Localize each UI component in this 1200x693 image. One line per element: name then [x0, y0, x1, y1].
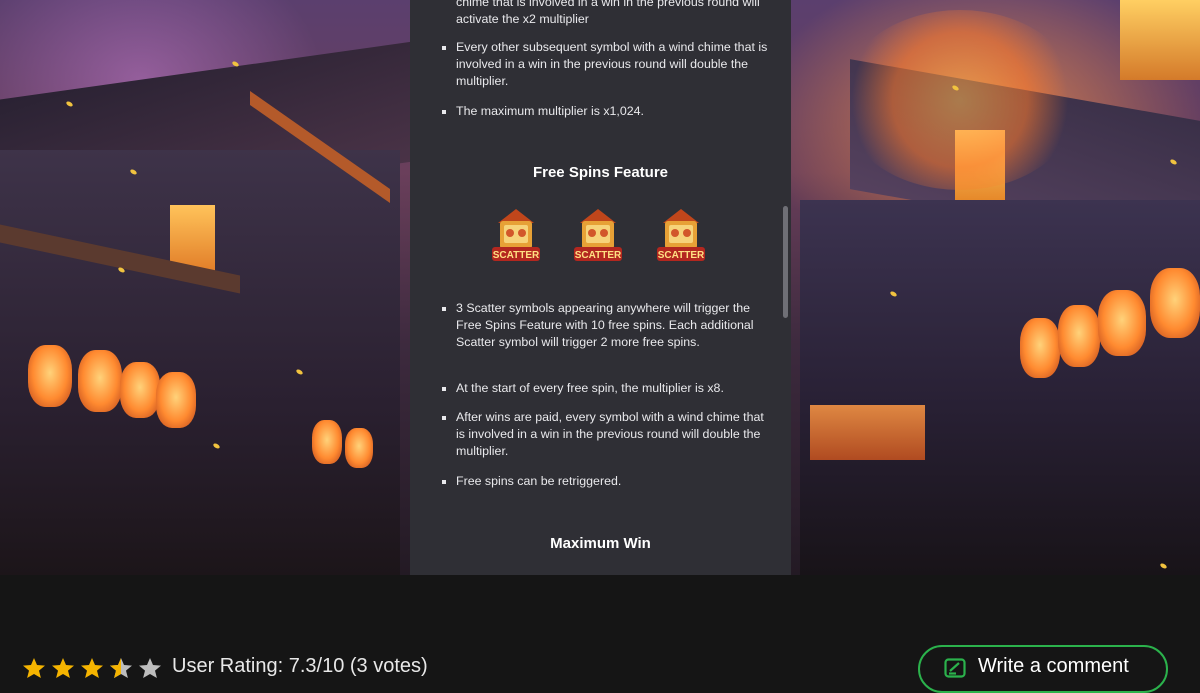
scatter-symbol-icon: SCATTER	[574, 209, 622, 261]
scatter-symbol-icon: SCATTER	[492, 209, 540, 261]
comment-edit-icon	[944, 658, 966, 678]
lantern	[156, 372, 196, 428]
lantern	[78, 350, 122, 412]
star-empty-icon[interactable]	[138, 657, 162, 679]
rule-bullet: After wins are paid, every symbol with a…	[442, 409, 774, 460]
rule-bullet: Free spins can be retriggered.	[442, 473, 774, 490]
write-comment-button[interactable]: Write a comment	[918, 645, 1168, 693]
lantern	[1020, 318, 1060, 378]
free-spins-heading: Free Spins Feature	[532, 164, 669, 181]
rule-bullet: At the start of every free spin, the mul…	[442, 380, 774, 397]
lantern	[28, 345, 72, 407]
right-building-sign	[810, 405, 925, 460]
svg-text:SCATTER: SCATTER	[493, 250, 540, 261]
rule-bullet: 3 Scatter symbols appearing anywhere wil…	[442, 300, 774, 351]
lantern	[345, 428, 373, 468]
star-full-icon[interactable]	[80, 657, 104, 679]
maximum-win-heading: Maximum Win	[550, 535, 651, 552]
firework-glow	[840, 10, 1080, 190]
lantern	[312, 420, 342, 464]
star-full-icon[interactable]	[51, 657, 75, 679]
lantern	[1150, 268, 1200, 338]
rule-bullet: The maximum multiplier is x1,024.	[442, 103, 774, 120]
svg-text:SCATTER: SCATTER	[575, 250, 622, 261]
lantern	[120, 362, 160, 418]
rule-bullet: Every other subsequent symbol with a win…	[442, 39, 774, 90]
scatter-symbol-icon: SCATTER	[657, 209, 705, 261]
right-building-window	[1120, 0, 1200, 80]
game-rules-panel[interactable]: chime that is involved in a win in the p…	[410, 0, 791, 575]
star-half-icon[interactable]	[109, 657, 133, 679]
panel-scrollbar-thumb[interactable]	[783, 206, 788, 318]
svg-text:SCATTER: SCATTER	[658, 250, 705, 261]
lantern	[1098, 290, 1146, 356]
star-full-icon[interactable]	[22, 657, 46, 679]
rule-bullet: chime that is involved in a win in the p…	[456, 0, 760, 26]
scatter-symbols: SCATTER SCATTER SCATTER	[488, 203, 713, 267]
right-building-wall	[800, 200, 1200, 575]
lantern	[1058, 305, 1100, 367]
